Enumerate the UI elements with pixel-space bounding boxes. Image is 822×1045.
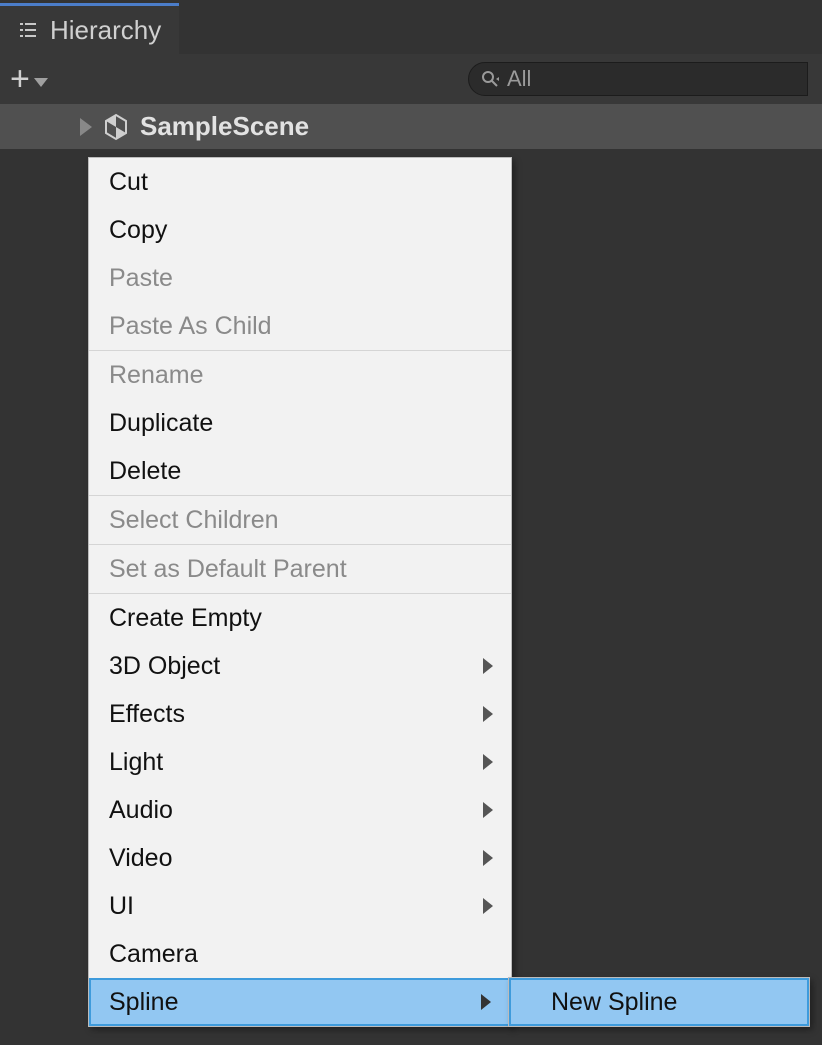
search-placeholder: All bbox=[507, 66, 531, 92]
menu-item-label: Video bbox=[109, 844, 173, 873]
menu-item-ui[interactable]: UI bbox=[89, 882, 511, 930]
menu-item-spline[interactable]: Spline bbox=[89, 978, 511, 1026]
menu-item-paste: Paste bbox=[89, 254, 511, 302]
dropdown-caret-icon bbox=[34, 78, 48, 87]
unity-logo-icon bbox=[102, 113, 130, 141]
chevron-right-icon bbox=[481, 994, 491, 1010]
context-menu: Cut Copy Paste Paste As Child Rename Duplicat… bbox=[88, 157, 512, 1027]
menu-item-label: Set as Default Parent bbox=[109, 555, 347, 584]
chevron-right-icon bbox=[483, 706, 493, 722]
menu-item-duplicate[interactable]: Duplicate bbox=[89, 399, 511, 447]
menu-item-label: Light bbox=[109, 748, 163, 777]
menu-item-label: 3D Object bbox=[109, 652, 220, 681]
menu-item-label: Cut bbox=[109, 168, 148, 197]
chevron-right-icon bbox=[483, 898, 493, 914]
menu-item-label: Effects bbox=[109, 700, 185, 729]
menu-item-select-children: Select Children bbox=[89, 496, 511, 545]
plus-icon: + bbox=[10, 62, 30, 96]
menu-item-label: Select Children bbox=[109, 506, 279, 535]
menu-item-label: Create Empty bbox=[109, 604, 262, 633]
menu-item-create-empty[interactable]: Create Empty bbox=[89, 594, 511, 642]
menu-item-camera[interactable]: Camera bbox=[89, 930, 511, 978]
menu-item-rename: Rename bbox=[89, 351, 511, 399]
menu-item-label: Duplicate bbox=[109, 409, 213, 438]
spline-submenu: New Spline bbox=[508, 977, 810, 1027]
menu-item-copy[interactable]: Copy bbox=[89, 206, 511, 254]
menu-item-label: Copy bbox=[109, 216, 167, 245]
menu-item-light[interactable]: Light bbox=[89, 738, 511, 786]
menu-item-label: Rename bbox=[109, 361, 204, 390]
hierarchy-tab[interactable]: Hierarchy bbox=[0, 3, 179, 54]
tab-bar: Hierarchy bbox=[0, 3, 822, 54]
scene-name: SampleScene bbox=[140, 111, 309, 142]
menu-item-effects[interactable]: Effects bbox=[89, 690, 511, 738]
foldout-arrow-icon[interactable] bbox=[80, 118, 92, 136]
chevron-right-icon bbox=[483, 850, 493, 866]
menu-item-label: UI bbox=[109, 892, 134, 921]
chevron-right-icon bbox=[483, 754, 493, 770]
menu-item-label: Camera bbox=[109, 940, 198, 969]
search-input[interactable]: All bbox=[468, 62, 808, 96]
tab-label: Hierarchy bbox=[50, 15, 161, 46]
hierarchy-toolbar: + All bbox=[0, 54, 822, 104]
menu-item-audio[interactable]: Audio bbox=[89, 786, 511, 834]
menu-item-3d-object[interactable]: 3D Object bbox=[89, 642, 511, 690]
chevron-right-icon bbox=[483, 802, 493, 818]
chevron-right-icon bbox=[483, 658, 493, 674]
submenu-item-new-spline[interactable]: New Spline bbox=[509, 978, 809, 1026]
hierarchy-icon bbox=[18, 20, 38, 40]
menu-item-cut[interactable]: Cut bbox=[89, 158, 511, 206]
menu-item-paste-as-child: Paste As Child bbox=[89, 302, 511, 351]
menu-item-label: Spline bbox=[109, 988, 179, 1017]
menu-item-label: Paste bbox=[109, 264, 173, 293]
menu-item-set-as-default-parent: Set as Default Parent bbox=[89, 545, 511, 594]
menu-item-label: Paste As Child bbox=[109, 312, 272, 341]
menu-item-label: Audio bbox=[109, 796, 173, 825]
add-dropdown-button[interactable]: + bbox=[10, 62, 48, 96]
menu-item-label: Delete bbox=[109, 457, 181, 486]
menu-item-delete[interactable]: Delete bbox=[89, 447, 511, 496]
menu-item-video[interactable]: Video bbox=[89, 834, 511, 882]
search-icon bbox=[481, 70, 499, 88]
scene-row[interactable]: SampleScene bbox=[0, 104, 822, 149]
